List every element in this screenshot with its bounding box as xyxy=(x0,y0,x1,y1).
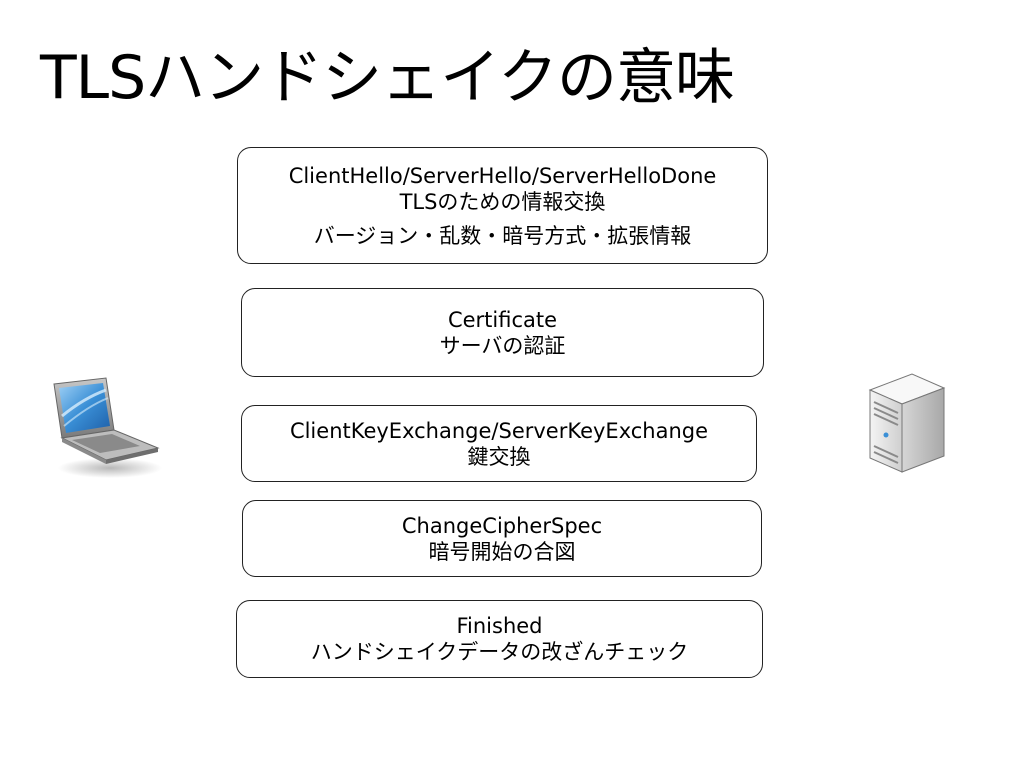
step-message-name: ClientHello/ServerHello/ServerHelloDone xyxy=(288,163,717,188)
slide-title: TLSハンドシェイクの意味 xyxy=(40,43,735,113)
step-message-name: Finished xyxy=(456,614,543,638)
step-description: 暗号開始の合図 xyxy=(428,539,576,564)
step-description: 鍵交換 xyxy=(467,444,531,469)
step-description: サーバの認証 xyxy=(439,333,566,358)
step-key-exchange: ClientKeyExchange/ServerKeyExchange 鍵交換 xyxy=(241,405,757,482)
step-message-name: ChangeCipherSpec xyxy=(401,513,603,538)
step-details: バージョン・乱数・暗号方式・拡張情報 xyxy=(313,223,692,248)
step-message-name: Certificate xyxy=(447,307,558,332)
step-description: TLSのための情報交換 xyxy=(399,189,606,214)
server-icon xyxy=(868,373,946,473)
step-change-cipher-spec: ChangeCipherSpec 暗号開始の合図 xyxy=(242,500,762,577)
laptop-icon xyxy=(53,377,162,478)
step-finished: Finished ハンドシェイクデータの改ざんチェック xyxy=(236,600,763,678)
step-message-name: ClientKeyExchange/ServerKeyExchange xyxy=(289,418,709,443)
step-client-server-hello: ClientHello/ServerHello/ServerHelloDone … xyxy=(237,147,768,264)
step-description: ハンドシェイクデータの改ざんチェック xyxy=(310,640,689,664)
step-certificate: Certificate サーバの認証 xyxy=(241,288,764,377)
